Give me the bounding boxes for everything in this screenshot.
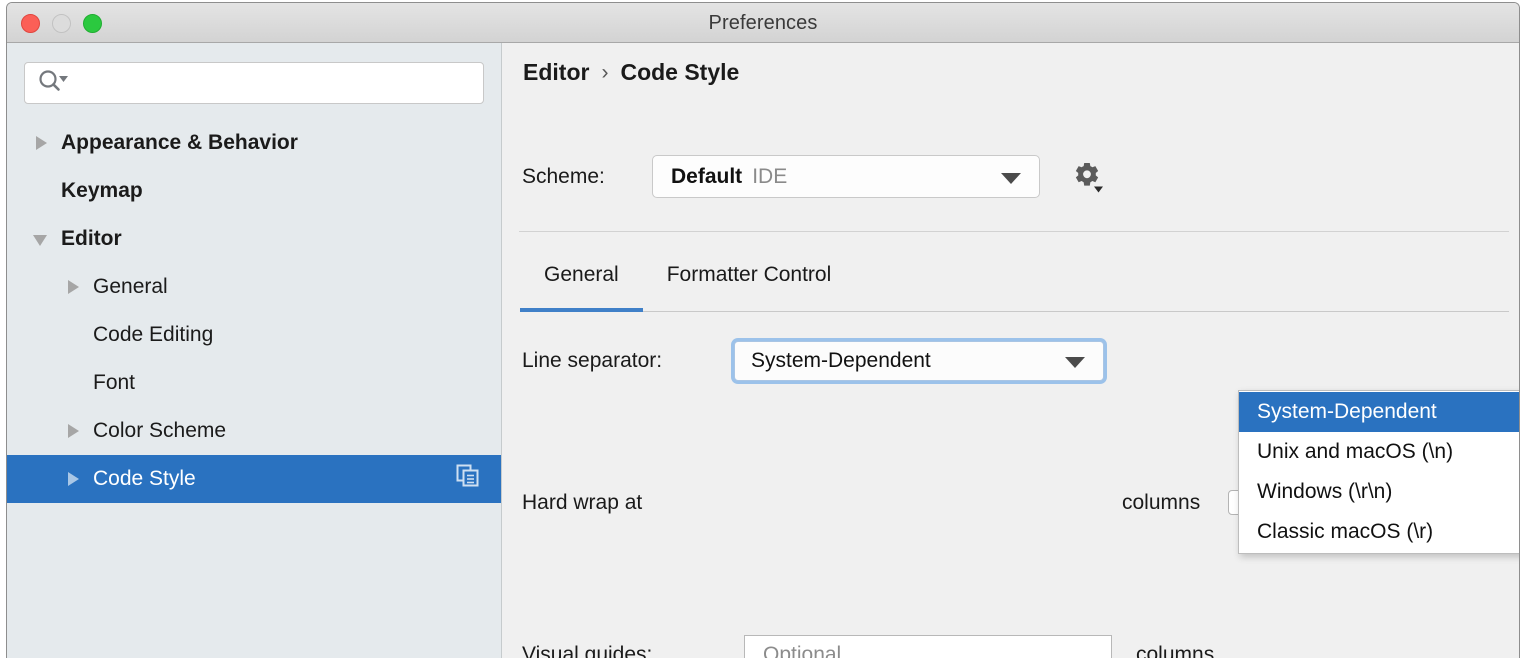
breadcrumb: Editor › Code Style xyxy=(523,59,739,86)
visual-guides-unit: columns xyxy=(1136,643,1214,658)
chevron-right-icon: › xyxy=(601,61,608,85)
settings-tree: Appearance & Behavior Keymap Editor General… xyxy=(7,119,501,503)
sidebar-item-label: General xyxy=(93,275,168,299)
line-separator-combobox[interactable]: System-Dependent xyxy=(734,341,1104,381)
breadcrumb-current: Code Style xyxy=(620,59,739,86)
sidebar-item-label: Color Scheme xyxy=(93,419,226,443)
sidebar-item-appearance-behavior[interactable]: Appearance & Behavior xyxy=(7,119,501,167)
tab-formatter-control[interactable]: Formatter Control xyxy=(643,258,856,312)
search-area xyxy=(7,43,501,104)
sidebar-item-keymap[interactable]: Keymap xyxy=(7,167,501,215)
tree-indent-spacer xyxy=(31,180,53,202)
preferences-window: Preferences Appearance xyxy=(6,2,1520,658)
line-separator-dropdown-menu[interactable]: System-DependentUnix and macOS (\n)Windo… xyxy=(1238,390,1520,554)
sidebar-item-code-editing[interactable]: Code Editing xyxy=(7,311,501,359)
chevron-down-icon xyxy=(1065,357,1085,368)
visual-guides-field[interactable] xyxy=(744,635,1112,658)
visual-guides-row: Visual guides: columns xyxy=(522,635,1214,658)
sidebar-item-label: Editor xyxy=(61,227,122,251)
scheme-label: Scheme: xyxy=(522,165,652,189)
chevron-right-icon[interactable] xyxy=(63,420,85,442)
window-titlebar: Preferences xyxy=(7,3,1519,43)
scheme-combobox[interactable]: Default IDE xyxy=(652,155,1040,198)
visual-guides-input[interactable] xyxy=(761,642,1111,658)
hard-wrap-label: Hard wrap at xyxy=(522,491,744,515)
settings-sidebar: Appearance & Behavior Keymap Editor General… xyxy=(7,43,502,658)
sidebar-item-label: Keymap xyxy=(61,179,143,203)
sidebar-item-font[interactable]: Font xyxy=(7,359,501,407)
tab-label: General xyxy=(544,263,619,286)
settings-main-panel: Editor › Code Style Scheme: Default IDE xyxy=(502,43,1519,658)
line-separator-value: System-Dependent xyxy=(751,349,931,373)
scheme-settings-button[interactable] xyxy=(1070,160,1104,194)
tree-indent-spacer xyxy=(63,372,85,394)
tree-indent-spacer xyxy=(63,324,85,346)
line-separator-row: Line separator: System-Dependent xyxy=(522,341,1104,381)
search-icon xyxy=(37,70,71,97)
search-input[interactable] xyxy=(71,73,483,93)
copy-settings-icon[interactable] xyxy=(455,463,481,495)
sidebar-item-editor[interactable]: Editor xyxy=(7,215,501,263)
visual-guides-label: Visual guides: xyxy=(522,643,744,658)
sidebar-item-general[interactable]: General xyxy=(7,263,501,311)
sidebar-item-code-style[interactable]: Code Style xyxy=(7,455,501,503)
tab-general[interactable]: General xyxy=(520,258,643,312)
sidebar-item-label: Appearance & Behavior xyxy=(61,131,298,155)
window-title: Preferences xyxy=(7,12,1519,35)
dropdown-option[interactable]: System-Dependent xyxy=(1239,392,1520,432)
search-box[interactable] xyxy=(24,62,484,104)
sidebar-item-label: Code Style xyxy=(93,467,196,491)
scheme-row: Scheme: Default IDE xyxy=(522,155,1104,198)
sidebar-item-label: Font xyxy=(93,371,135,395)
chevron-down-icon[interactable] xyxy=(31,228,53,250)
window-content: Appearance & Behavior Keymap Editor General… xyxy=(7,43,1519,658)
sidebar-item-color-scheme[interactable]: Color Scheme xyxy=(7,407,501,455)
chevron-down-icon xyxy=(1001,173,1021,184)
scheme-kind: IDE xyxy=(752,165,787,189)
dropdown-option[interactable]: Classic macOS (\r) xyxy=(1239,512,1520,552)
line-separator-label: Line separator: xyxy=(522,349,734,373)
chevron-right-icon[interactable] xyxy=(63,276,85,298)
chevron-right-icon[interactable] xyxy=(31,132,53,154)
section-divider xyxy=(519,231,1509,232)
settings-tabs: General Formatter Control xyxy=(520,258,1509,312)
sidebar-item-label: Code Editing xyxy=(93,323,213,347)
dropdown-option[interactable]: Windows (\r\n) xyxy=(1239,472,1520,512)
tab-label: Formatter Control xyxy=(667,263,832,286)
chevron-right-icon[interactable] xyxy=(63,468,85,490)
gear-icon xyxy=(1070,181,1104,198)
dropdown-option[interactable]: Unix and macOS (\n) xyxy=(1239,432,1520,472)
hard-wrap-unit: columns xyxy=(1122,491,1200,515)
scheme-name: Default xyxy=(671,165,742,189)
breadcrumb-root[interactable]: Editor xyxy=(523,59,589,86)
